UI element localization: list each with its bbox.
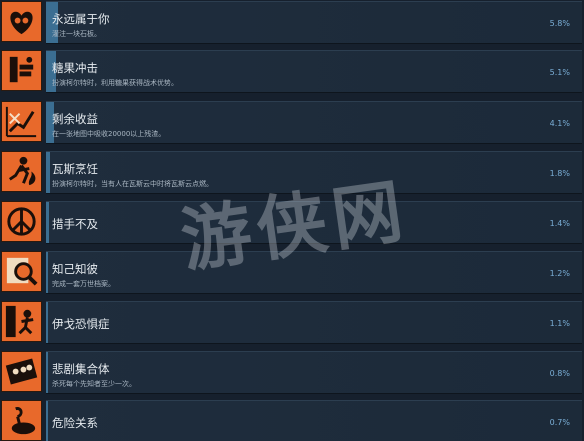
achievement-panel: 知己知彼 完成一套万世档案。 1.2% (46, 251, 582, 294)
achievement-title: 知己知彼 (52, 262, 98, 276)
magnifier-icon (1, 251, 42, 292)
achievement-title: 悲剧集合体 (52, 362, 110, 376)
achievement-percent: 1.2% (549, 269, 570, 278)
progress-bar (46, 401, 48, 441)
achievement-title: 危险关系 (52, 416, 98, 430)
achievement-description: 灌注一块石板。 (52, 30, 101, 38)
achievement-description: 在一张地图中吸收20000以上残渣。 (52, 130, 166, 138)
achievement-title: 措手不及 (52, 217, 98, 231)
achievement-panel: 糖果冲击 扮演柯尔特时，利用糖果获得战术优势。 5.1% (46, 50, 582, 93)
achievement-title: 伊戈恐惧症 (52, 317, 110, 331)
achievement-title: 瓦斯烹饪 (52, 162, 98, 176)
achievement-percent: 0.8% (549, 369, 570, 378)
achievement-percent: 4.1% (549, 119, 570, 128)
achievement-description: 扮演柯尔特时，当有人在瓦斯云中时将瓦斯云点燃。 (52, 180, 213, 188)
achievement-row[interactable]: 伊戈恐惧症 1.1% (0, 300, 584, 347)
achievement-panel: 伊戈恐惧症 1.1% (46, 301, 582, 344)
achievement-title: 永远属于你 (52, 12, 110, 26)
achievement-panel: 瓦斯烹饪 扮演柯尔特时，当有人在瓦斯云中时将瓦斯云点燃。 1.8% (46, 151, 582, 194)
falling-figure-icon (1, 301, 42, 342)
achievement-percent: 1.8% (549, 169, 570, 178)
progress-bar (46, 252, 48, 293)
achievement-title: 剩余收益 (52, 112, 98, 126)
achievement-percent: 5.1% (549, 68, 570, 77)
progress-bar (46, 302, 48, 343)
achievement-percent: 5.8% (549, 19, 570, 28)
achievement-row[interactable]: 知己知彼 完成一套万世档案。 1.2% (0, 250, 584, 297)
heart-skull-icon (1, 1, 42, 42)
achievement-panel: 悲剧集合体 杀死每个先知者至少一次。 0.8% (46, 351, 582, 394)
achievement-row[interactable]: 永远属于你 灌注一块石板。 5.8% (0, 0, 584, 47)
achievement-title: 糖果冲击 (52, 61, 98, 75)
achievement-description: 完成一套万世档案。 (52, 280, 115, 288)
achievement-description: 扮演柯尔特时，利用糖果获得战术优势。 (52, 79, 178, 87)
achievement-percent: 1.1% (549, 319, 570, 328)
achievement-row[interactable]: 剩余收益 在一张地图中吸收20000以上残渣。 4.1% (0, 100, 584, 147)
collage-icon (1, 351, 42, 392)
flamingo-icon (1, 400, 42, 441)
achievement-panel: 危险关系 0.7% (46, 400, 582, 441)
achievement-row[interactable]: 瓦斯烹饪 扮演柯尔特时，当有人在瓦斯云中时将瓦斯云点燃。 1.8% (0, 150, 584, 197)
achievement-description: 杀死每个先知者至少一次。 (52, 380, 136, 388)
progress-bar (46, 352, 48, 393)
achievement-panel: 永远属于你 灌注一块石板。 5.8% (46, 1, 582, 44)
progress-bar (46, 152, 50, 193)
achievement-row[interactable]: 糖果冲击 扮演柯尔特时，利用糖果获得战术优势。 5.1% (0, 49, 584, 96)
achievement-row[interactable]: 危险关系 0.7% (0, 399, 584, 441)
achievement-row[interactable]: 悲剧集合体 杀死每个先知者至少一次。 0.8% (0, 350, 584, 397)
achievement-row[interactable]: 措手不及 1.4% (0, 200, 584, 247)
progress-bar (46, 202, 49, 243)
achievement-panel: 剩余收益 在一张地图中吸收20000以上残渣。 4.1% (46, 101, 582, 144)
achievement-percent: 0.7% (549, 418, 570, 427)
achievement-panel: 措手不及 1.4% (46, 201, 582, 244)
fire-runner-icon (1, 151, 42, 192)
achievement-list: 永远属于你 灌注一块石板。 5.8% 糖果冲击 扮演柯尔特时，利用糖果获得战术优… (0, 0, 584, 441)
peace-sign-icon (1, 201, 42, 242)
candy-hand-icon (1, 50, 42, 91)
graph-icon (1, 101, 42, 142)
achievement-percent: 1.4% (549, 219, 570, 228)
